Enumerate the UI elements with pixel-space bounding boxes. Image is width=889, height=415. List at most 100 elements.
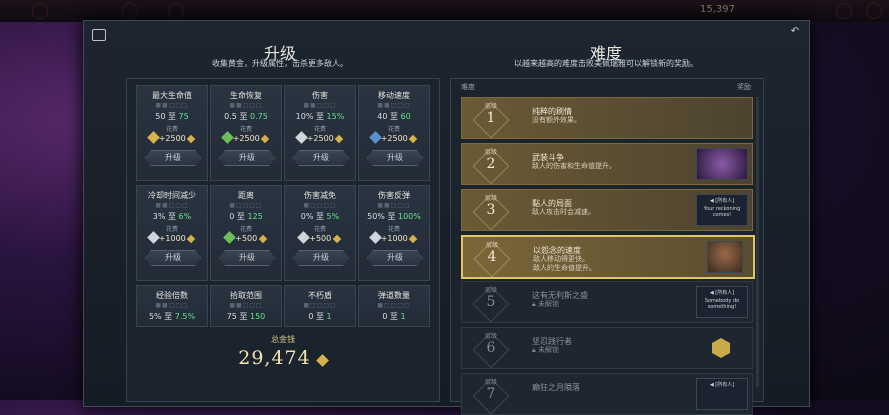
gold-icon bbox=[332, 234, 342, 244]
upgrade-cost: +2500 bbox=[359, 131, 429, 144]
upgrade-card: 不朽盾 ■□□□□ 0 至 1 bbox=[284, 285, 356, 327]
upgrade-card: 伤害减免 ■□□□□ 0% 至 5% 花费 +500 升级 bbox=[284, 185, 356, 281]
total-gold-value: 29,474 bbox=[127, 347, 439, 369]
upgrade-level-pips: ■■□□□ bbox=[155, 102, 189, 109]
reward-emblem-icon[interactable] bbox=[698, 332, 748, 362]
total-gold-label: 总金钱 bbox=[271, 335, 295, 344]
difficulty-header: 难度 奖励 bbox=[451, 82, 763, 96]
upgrade-button[interactable]: 升级 bbox=[293, 250, 349, 266]
hero-portrait-icon[interactable] bbox=[122, 3, 138, 19]
scrollbar[interactable] bbox=[756, 97, 759, 387]
gold-icon bbox=[261, 134, 270, 144]
cost-label: 花费 bbox=[239, 126, 252, 133]
blue-gem-icon bbox=[368, 131, 382, 144]
difficulty-level: 层级 7 bbox=[472, 377, 510, 415]
voice-tag: ◀︎ [所有人] bbox=[709, 382, 735, 388]
upgrade-value: 0% 至 5% bbox=[300, 212, 340, 221]
difficulty-column-label: 难度 bbox=[461, 83, 475, 91]
upgrade-card: 最大生命值 ■■□□□ 50 至 75 花费 +2500 升级 bbox=[136, 85, 208, 181]
upgrade-name: 拾取范围 bbox=[230, 291, 262, 300]
reward-voice-line[interactable]: ◀︎ [所有人] Somebody do something! bbox=[696, 286, 748, 318]
gold-counter: 15,397 bbox=[700, 4, 735, 15]
difficulty-row[interactable]: 层级 1 纯粹的刷情 没有额外效果。 bbox=[461, 97, 753, 139]
upgrade-name: 冷却时间减少 bbox=[148, 191, 196, 200]
difficulty-description: 敌人的伤害和生命值提升。 bbox=[532, 162, 616, 170]
upgrade-button[interactable]: 升级 bbox=[145, 150, 201, 166]
difficulty-level: 层级 4 bbox=[473, 240, 511, 278]
top-bar: 15,397 bbox=[0, 0, 889, 22]
upgrade-cost: +500 bbox=[211, 231, 281, 244]
upgrade-value: 5% 至 7.5% bbox=[148, 312, 196, 321]
difficulty-level: 层级 2 bbox=[472, 147, 510, 185]
reward-skin-image[interactable] bbox=[696, 148, 748, 180]
difficulty-description: 🔒︎ 未解锁 bbox=[532, 300, 559, 308]
upgrade-name: 生命恢复 bbox=[230, 91, 262, 100]
hero-portrait-icon[interactable] bbox=[32, 3, 48, 19]
difficulty-row[interactable]: 层级 2 武装斗争 敌人的伤害和生命值提升。 bbox=[461, 143, 753, 185]
upgrade-name: 伤害反弹 bbox=[378, 191, 410, 200]
difficulty-row[interactable]: 层级 5 这有无利斯之盛 🔒︎ 未解锁 ◀︎ [所有人] Somebody do some… bbox=[461, 281, 753, 323]
upgrade-card: 冷却时间减少 ■■□□□ 3% 至 6% 花费 +1000 升级 bbox=[136, 185, 208, 281]
difficulty-title: 癫狂之月隕落 bbox=[532, 383, 580, 392]
reward-voice-line[interactable]: ◀︎ [所有人] bbox=[696, 378, 748, 410]
upgrade-card: 弹道数量 ■□□□□ 0 至 1 bbox=[358, 285, 430, 327]
difficulty-level: 层级 5 bbox=[472, 285, 510, 323]
upgrade-name: 伤害 bbox=[312, 91, 328, 100]
upgrade-button[interactable]: 升级 bbox=[293, 150, 349, 166]
upgrade-level-pips: ■□□□□ bbox=[229, 202, 263, 209]
reward-skin-image[interactable] bbox=[707, 241, 743, 273]
upgrade-level-pips: ■■□□□ bbox=[229, 302, 263, 309]
upgrade-button[interactable]: 升级 bbox=[367, 150, 423, 166]
cost-label: 花费 bbox=[387, 126, 400, 133]
window-icon[interactable] bbox=[92, 29, 106, 41]
upgrade-button[interactable]: 升级 bbox=[145, 250, 201, 266]
gold-icon bbox=[187, 134, 196, 144]
upgrade-button[interactable]: 升级 bbox=[219, 150, 275, 166]
upgrade-level-pips: ■■□□□ bbox=[377, 202, 411, 209]
gold-icon bbox=[187, 234, 196, 244]
white-gem-icon bbox=[146, 231, 160, 244]
upgrade-subtitle: 收集黄金，升级属性，击杀更多敌人。 bbox=[212, 59, 348, 68]
total-gold: 总金钱 29,474 bbox=[127, 334, 439, 369]
difficulty-row[interactable]: 层级 4 以怨念的速度 敌人移动得更快。 敌人的生命值提升。 bbox=[461, 235, 755, 279]
white-gem-icon bbox=[294, 131, 308, 144]
upgrade-cost: +1000 bbox=[137, 231, 207, 244]
hero-portrait-icon[interactable] bbox=[168, 3, 184, 19]
difficulty-level: 层级 3 bbox=[472, 193, 510, 231]
difficulty-row[interactable]: 层级 3 黏人的局面 敌人攻击时会减速。 ◀︎ [所有人] Your reckoning … bbox=[461, 189, 753, 231]
difficulty-level: 层级 6 bbox=[472, 331, 510, 369]
cost-label: 花费 bbox=[239, 226, 252, 233]
upgrade-button[interactable]: 升级 bbox=[219, 250, 275, 266]
upgrade-button[interactable]: 升级 bbox=[367, 250, 423, 266]
back-icon[interactable]: ↶ bbox=[789, 27, 801, 37]
upgrade-name: 距离 bbox=[238, 191, 254, 200]
gold-icon bbox=[335, 134, 344, 144]
upgrade-level-pips: ■■□□□ bbox=[155, 202, 189, 209]
gold-icon bbox=[409, 134, 418, 144]
upgrade-value: 0 至 1 bbox=[308, 312, 332, 321]
voice-tag: ◀︎ [所有人] bbox=[709, 198, 735, 204]
upgrade-value: 3% 至 6% bbox=[152, 212, 192, 221]
upgrade-cost: +2500 bbox=[137, 131, 207, 144]
upgrade-card: 移动速度 ■■□□□ 40 至 60 花费 +2500 升级 bbox=[358, 85, 430, 181]
reward-column-label: 奖励 bbox=[737, 83, 751, 91]
upgrade-value: 50% 至 100% bbox=[367, 212, 421, 221]
settings-icon[interactable] bbox=[866, 3, 882, 19]
reward-voice-line[interactable]: ◀︎ [所有人] Your reckoning comes! bbox=[696, 194, 748, 226]
gold-gem-icon bbox=[146, 131, 160, 144]
cost-label: 花费 bbox=[165, 126, 178, 133]
difficulty-level: 层级 1 bbox=[472, 101, 510, 139]
difficulty-description: 敌人移动得更快。 敌人的生命值提升。 bbox=[533, 255, 596, 272]
upgrade-value: 75 至 150 bbox=[226, 312, 266, 321]
upgrade-name: 经验倍数 bbox=[156, 291, 188, 300]
upgrade-value: 10% 至 15% bbox=[295, 112, 345, 121]
difficulty-description: 🔒︎ 未解锁 bbox=[532, 346, 559, 354]
add-icon[interactable] bbox=[836, 3, 852, 19]
difficulty-row[interactable]: 层级 7 癫狂之月隕落 ◀︎ [所有人] bbox=[461, 373, 753, 415]
upgrade-name: 不朽盾 bbox=[308, 291, 332, 300]
difficulty-subtitle: 以越来越高的难度击败美佩瑞雅可以解锁新的奖励。 bbox=[514, 59, 698, 68]
difficulty-row[interactable]: 层级 6 坚忍践行者 🔒︎ 未解锁 bbox=[461, 327, 753, 369]
white-gem-icon bbox=[368, 231, 382, 244]
voice-tag: ◀︎ [所有人] bbox=[709, 290, 735, 296]
cost-label: 花费 bbox=[313, 226, 326, 233]
